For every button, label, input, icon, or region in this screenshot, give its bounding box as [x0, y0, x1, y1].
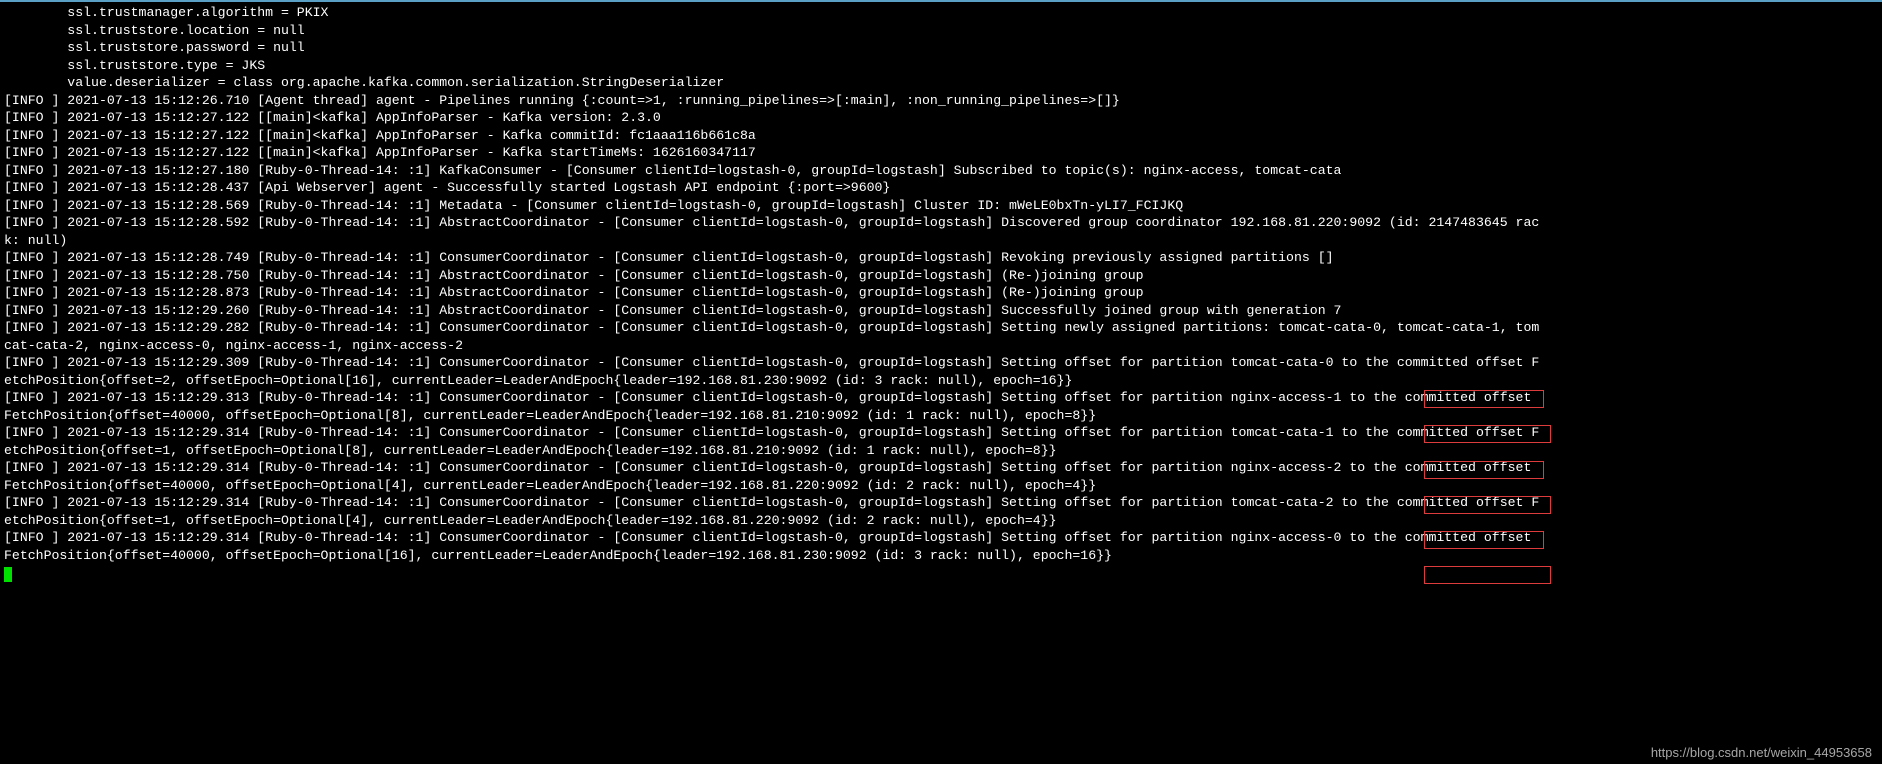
log-line: FetchPosition{offset=40000, offsetEpoch=… [4, 407, 1878, 425]
log-line: [INFO ] 2021-07-13 15:12:27.122 [[main]<… [4, 127, 1878, 145]
config-line: ssl.truststore.type = JKS [4, 57, 1878, 75]
log-line: [INFO ] 2021-07-13 15:12:29.314 [Ruby-0-… [4, 529, 1878, 547]
log-line: [INFO ] 2021-07-13 15:12:28.437 [Api Web… [4, 179, 1878, 197]
log-line: [INFO ] 2021-07-13 15:12:29.282 [Ruby-0-… [4, 319, 1878, 337]
log-line: [INFO ] 2021-07-13 15:12:28.873 [Ruby-0-… [4, 284, 1878, 302]
log-line: etchPosition{offset=1, offsetEpoch=Optio… [4, 442, 1878, 460]
log-line: [INFO ] 2021-07-13 15:12:28.750 [Ruby-0-… [4, 267, 1878, 285]
config-line: ssl.trustmanager.algorithm = PKIX [4, 4, 1878, 22]
cursor-block [4, 567, 12, 582]
log-line: etchPosition{offset=1, offsetEpoch=Optio… [4, 512, 1878, 530]
log-line: [INFO ] 2021-07-13 15:12:28.592 [Ruby-0-… [4, 214, 1878, 232]
log-line: etchPosition{offset=2, offsetEpoch=Optio… [4, 372, 1878, 390]
log-line: [INFO ] 2021-07-13 15:12:27.180 [Ruby-0-… [4, 162, 1878, 180]
log-line: cat-cata-2, nginx-access-0, nginx-access… [4, 337, 1878, 355]
log-line: [INFO ] 2021-07-13 15:12:29.313 [Ruby-0-… [4, 389, 1878, 407]
log-line: FetchPosition{offset=40000, offsetEpoch=… [4, 477, 1878, 495]
terminal-output[interactable]: ssl.trustmanager.algorithm = PKIX ssl.tr… [0, 2, 1882, 584]
log-line: [INFO ] 2021-07-13 15:12:28.569 [Ruby-0-… [4, 197, 1878, 215]
log-line: [INFO ] 2021-07-13 15:12:26.710 [Agent t… [4, 92, 1878, 110]
log-line: [INFO ] 2021-07-13 15:12:29.314 [Ruby-0-… [4, 424, 1878, 442]
log-line: [INFO ] 2021-07-13 15:12:28.749 [Ruby-0-… [4, 249, 1878, 267]
log-line: [INFO ] 2021-07-13 15:12:27.122 [[main]<… [4, 144, 1878, 162]
log-line: [INFO ] 2021-07-13 15:12:29.260 [Ruby-0-… [4, 302, 1878, 320]
watermark-text: https://blog.csdn.net/weixin_44953658 [1651, 745, 1872, 760]
log-line: [INFO ] 2021-07-13 15:12:29.309 [Ruby-0-… [4, 354, 1878, 372]
config-line: value.deserializer = class org.apache.ka… [4, 74, 1878, 92]
config-line: ssl.truststore.password = null [4, 39, 1878, 57]
log-line: k: null) [4, 232, 1878, 250]
config-line: ssl.truststore.location = null [4, 22, 1878, 40]
log-line: [INFO ] 2021-07-13 15:12:29.314 [Ruby-0-… [4, 494, 1878, 512]
cursor-line [4, 564, 1878, 582]
log-line: FetchPosition{offset=40000, offsetEpoch=… [4, 547, 1878, 565]
log-line: [INFO ] 2021-07-13 15:12:29.314 [Ruby-0-… [4, 459, 1878, 477]
log-line: [INFO ] 2021-07-13 15:12:27.122 [[main]<… [4, 109, 1878, 127]
